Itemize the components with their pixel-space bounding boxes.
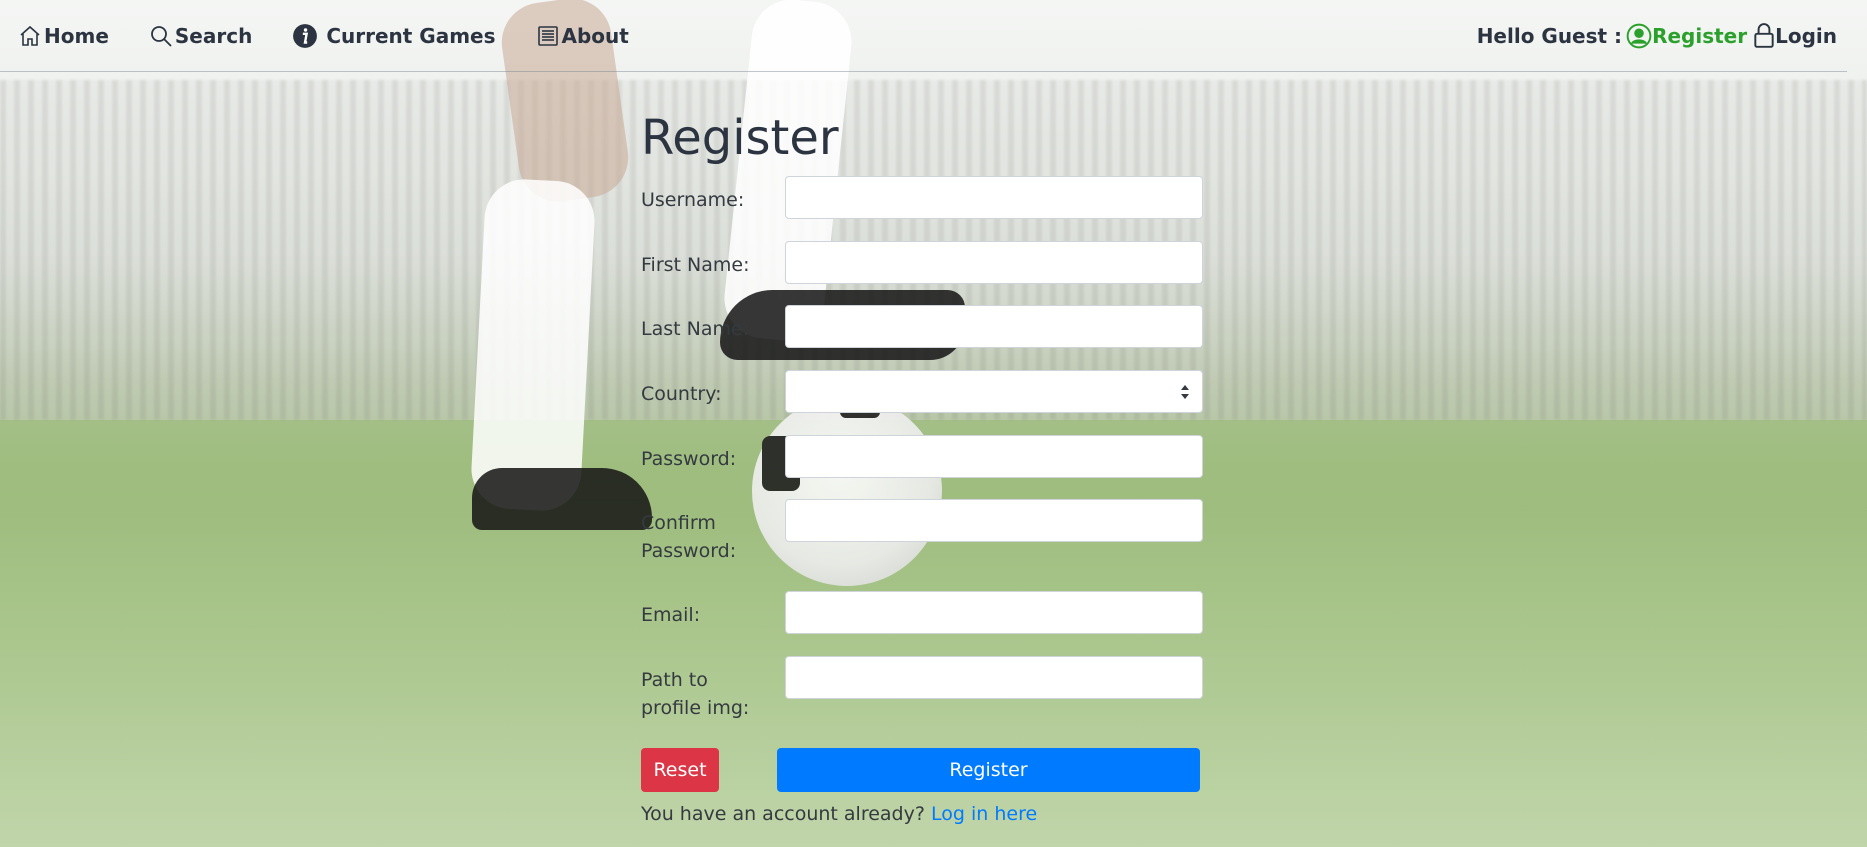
soccer-ball-graphic xyxy=(752,396,942,586)
nav-register-label: Register xyxy=(1652,23,1748,48)
nav-about-label: About xyxy=(561,23,629,48)
nav-search-link[interactable]: Search xyxy=(149,24,252,48)
nav-current-games-link[interactable]: Current Games xyxy=(292,23,496,49)
register-button[interactable]: Register xyxy=(777,748,1200,792)
country-label: Country: xyxy=(641,383,722,405)
confirm-password-label: Confirm Password: xyxy=(641,512,737,562)
book-icon xyxy=(537,25,558,46)
nav-login-link[interactable]: Login xyxy=(1753,22,1837,49)
last-name-label: Last Name: xyxy=(641,318,750,340)
nav-home-link[interactable]: Home xyxy=(18,24,109,48)
country-select[interactable] xyxy=(785,370,1203,413)
confirm-password-input[interactable] xyxy=(785,499,1203,542)
username-input[interactable] xyxy=(785,176,1203,219)
email-label: Email: xyxy=(641,604,701,626)
login-here-link[interactable]: Log in here xyxy=(931,803,1037,825)
info-icon xyxy=(293,23,318,48)
nav-home-label: Home xyxy=(44,23,109,48)
top-navbar: Home Search Current Games About Hello Gu… xyxy=(0,0,1847,72)
login-prompt: You have an account already? Log in here xyxy=(641,803,1037,825)
email-input[interactable] xyxy=(785,591,1203,634)
search-icon xyxy=(150,25,172,47)
reset-button[interactable]: Reset xyxy=(641,748,719,792)
nav-login-label: Login xyxy=(1775,23,1837,48)
lock-icon xyxy=(1754,22,1774,48)
account-prompt-text: You have an account already? xyxy=(641,803,925,825)
nav-about-link[interactable]: About xyxy=(536,24,629,48)
page-title: Register xyxy=(641,110,839,166)
home-icon xyxy=(20,25,40,46)
profile-img-input[interactable] xyxy=(785,656,1203,699)
profile-img-label: Path to profile img: xyxy=(641,669,750,719)
password-label: Password: xyxy=(641,448,737,470)
username-label: Username: xyxy=(641,189,745,211)
select-arrows-icon xyxy=(1181,385,1189,399)
user-circle-icon xyxy=(1626,23,1652,48)
first-name-label: First Name: xyxy=(641,254,750,276)
nav-current-games-label: Current Games xyxy=(326,23,496,48)
nav-register-link[interactable]: Register xyxy=(1626,23,1747,49)
player-sock-left-graphic xyxy=(469,177,597,513)
first-name-input[interactable] xyxy=(785,241,1203,284)
register-form: Register Username: First Name: Last Name… xyxy=(641,108,1203,719)
last-name-input[interactable] xyxy=(785,305,1203,348)
greeting-text: Hello Guest : xyxy=(1476,23,1623,48)
password-input[interactable] xyxy=(785,435,1203,478)
player-shoe-left-graphic xyxy=(472,468,652,530)
nav-search-label: Search xyxy=(174,23,253,48)
